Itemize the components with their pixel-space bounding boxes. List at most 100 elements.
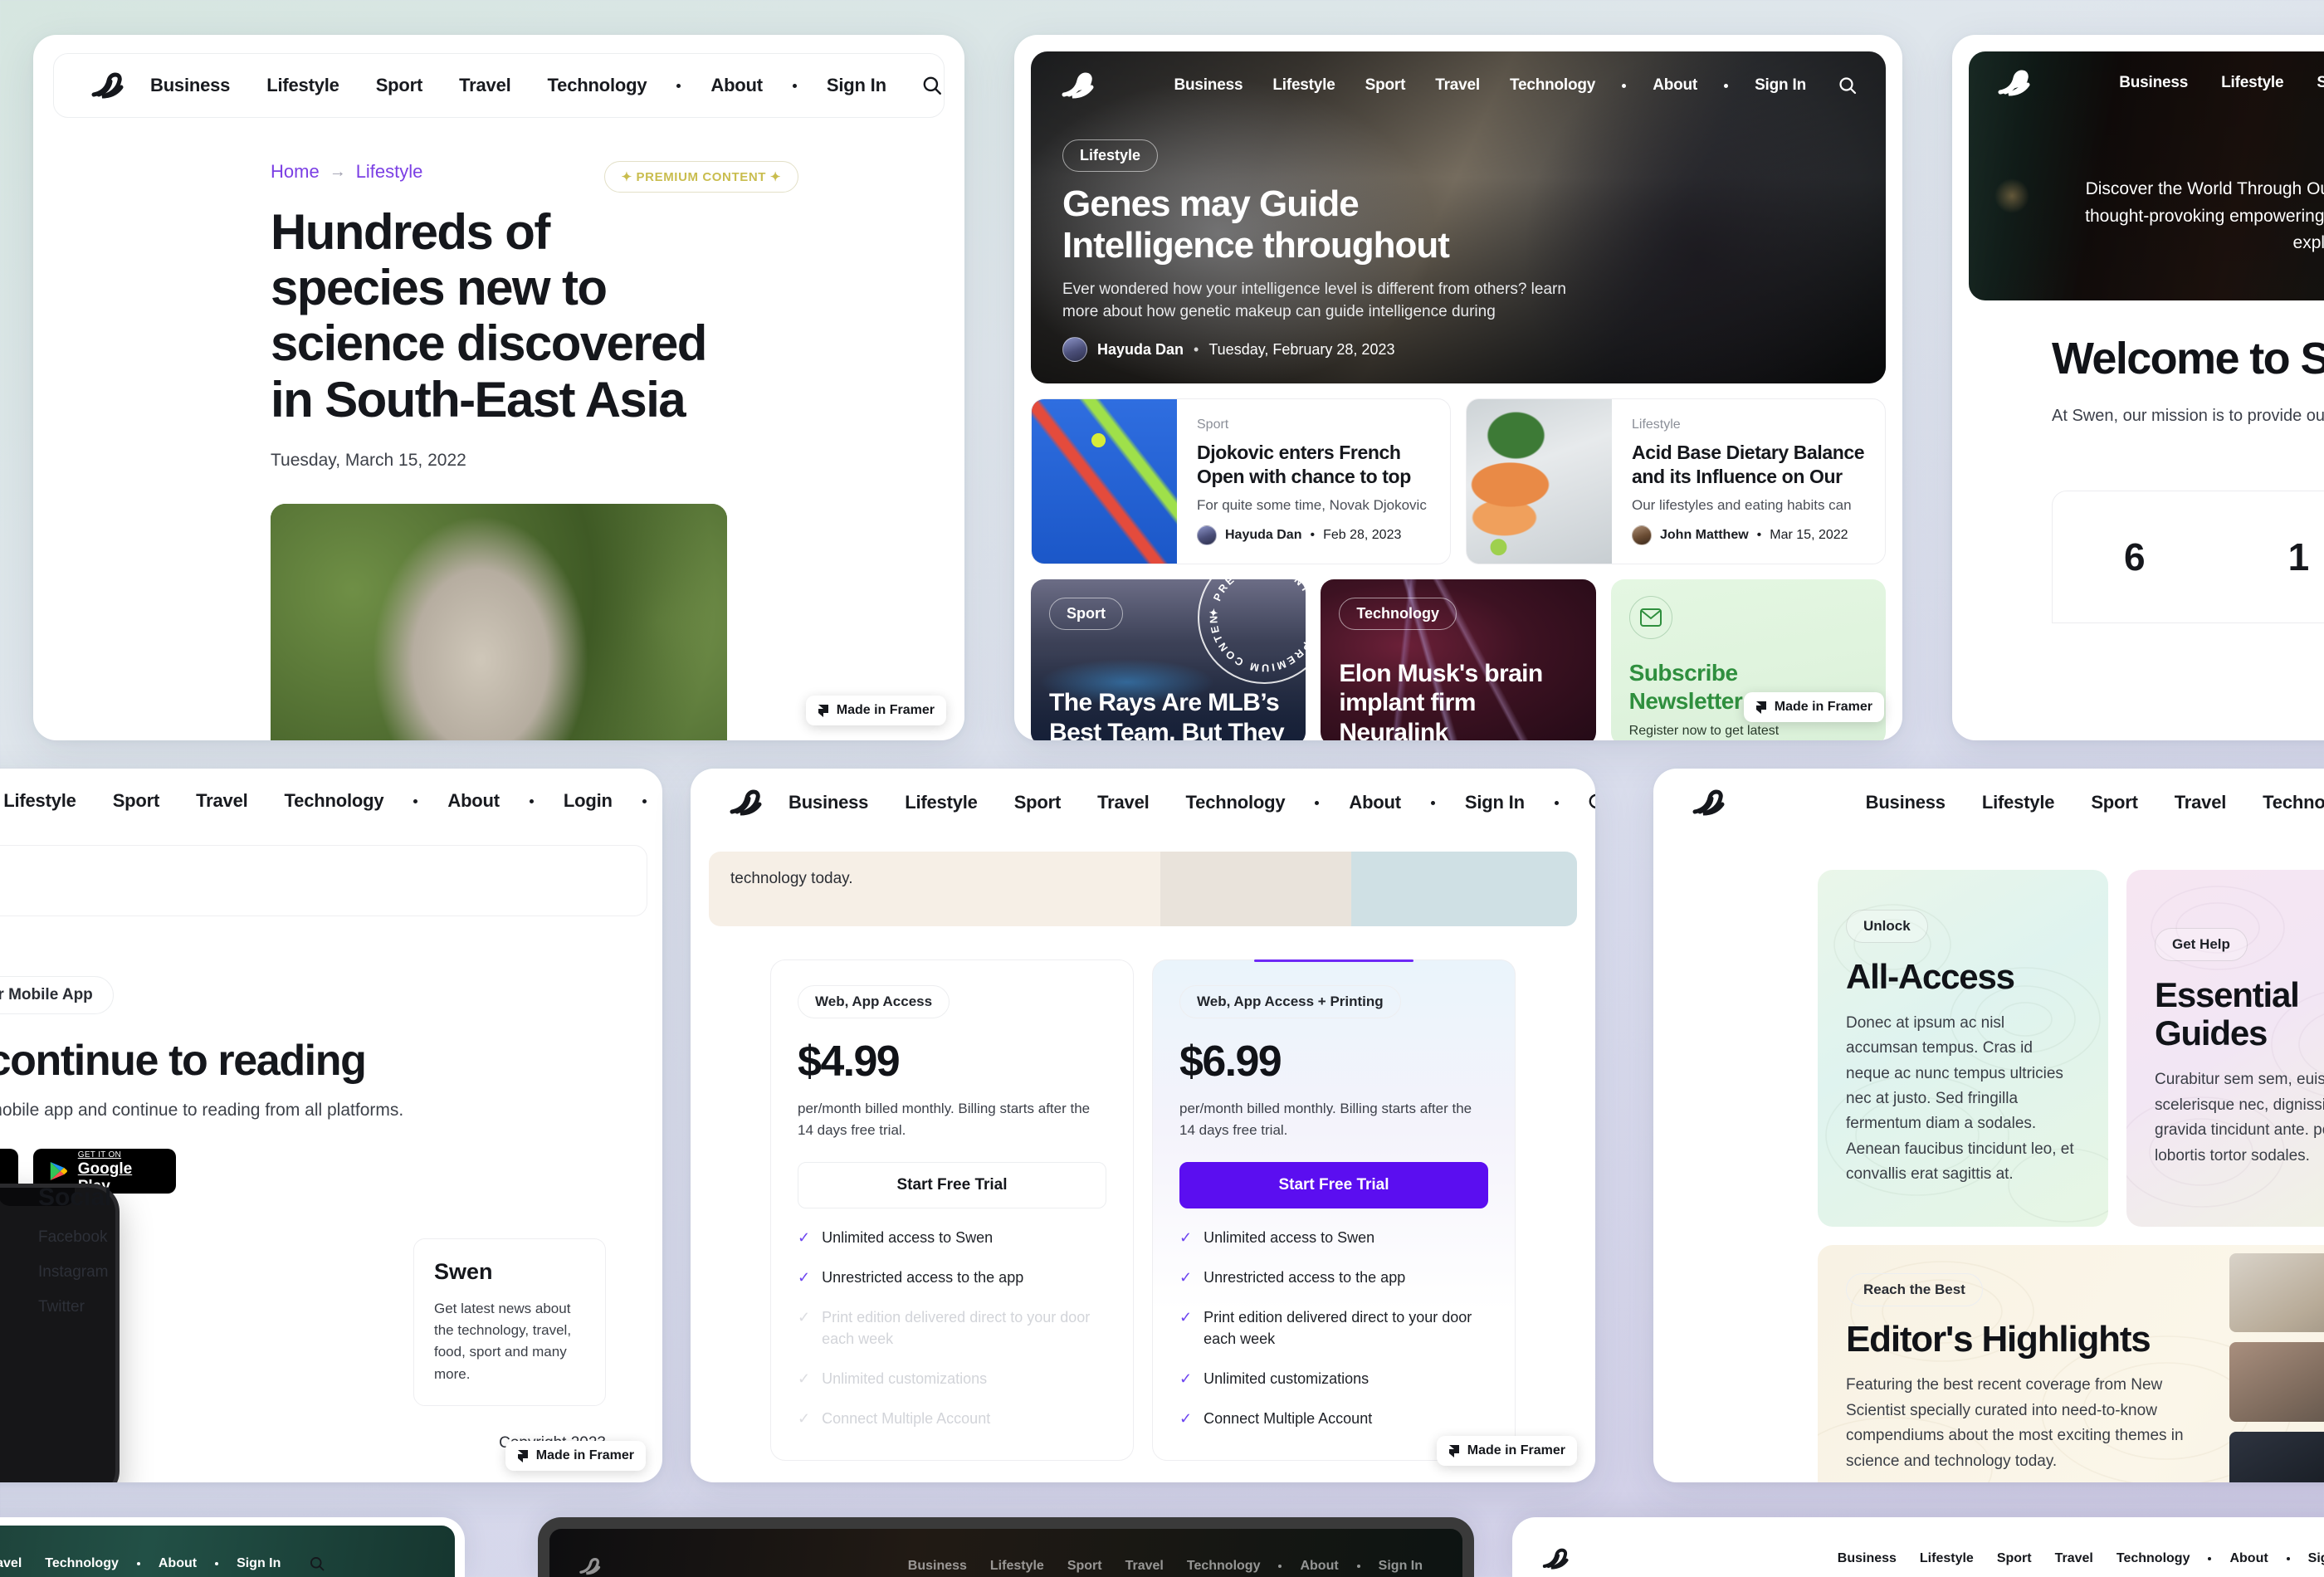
bottom-partial-card-1: Travel Technology About Sign In [0, 1517, 465, 1577]
nav-separator-dot [2208, 1557, 2211, 1560]
nav-item-travel[interactable]: Travel [178, 790, 266, 812]
nav-item-business[interactable]: Business [896, 1559, 979, 1574]
list-item[interactable]: Lifestyle Acid Base Dietary Balance and … [1466, 398, 1886, 564]
list-item[interactable]: Sport Djokovic enters French Open with c… [1031, 398, 1451, 564]
nav-item-about[interactable]: About [692, 75, 781, 96]
thumbnail-desk[interactable] [2229, 1253, 2324, 1332]
footer-link-facebook[interactable]: Facebook [38, 1228, 111, 1247]
nav-item-sign-in[interactable]: Sign In [1447, 792, 1543, 813]
nav-item-lifestyle[interactable]: Lifestyle [1908, 1551, 1985, 1566]
tile-category-tag[interactable]: Technology [1339, 598, 1457, 630]
made-in-framer-badge[interactable]: Made in Framer [806, 696, 946, 725]
nav-item-technology[interactable]: Technology [530, 75, 666, 96]
nav-item-technology[interactable]: Technology [2244, 792, 2324, 813]
swen-wave-logo[interactable] [727, 786, 770, 819]
search-icon[interactable] [1587, 792, 1595, 813]
footer-link-twitter[interactable]: Twitter [38, 1298, 111, 1316]
swen-wave-logo[interactable] [1995, 66, 2038, 100]
nav-item-business[interactable]: Business [770, 792, 886, 813]
made-in-framer-badge[interactable]: Made in Framer [1744, 692, 1884, 722]
nav-item-sport[interactable]: Sport [95, 790, 178, 812]
nav-item-travel[interactable]: Travel [1079, 792, 1167, 813]
download-app-pill[interactable]: Download Our Mobile App [0, 976, 114, 1014]
feature-tile-technology[interactable]: Technology Elon Musk's brain implant fir… [1321, 579, 1595, 740]
nav-item-travel[interactable]: Travel [1114, 1559, 1175, 1574]
category-card-essential-guides[interactable]: Get Help Essential Guides Curabitur sem … [2126, 870, 2324, 1227]
made-in-framer-badge[interactable]: Made in Framer [505, 1441, 646, 1471]
nav-item-business[interactable]: Business [1848, 792, 1964, 813]
article-date: Tuesday, March 15, 2022 [271, 451, 727, 471]
nav-item-travel[interactable]: Travel [0, 1556, 33, 1571]
nav-item-about[interactable]: About [147, 1556, 208, 1571]
nav-item-sport[interactable]: Sport [358, 75, 441, 96]
nav-item-lifestyle[interactable]: Lifestyle [2204, 74, 2300, 92]
swen-wave-logo[interactable] [578, 1555, 606, 1577]
search-icon[interactable] [1838, 76, 1858, 95]
nav-item-travel[interactable]: Travel [1420, 76, 1495, 95]
feature-label: Connect Multiple Account [1204, 1408, 1372, 1429]
nav-item-travel[interactable]: Travel [2043, 1551, 2105, 1566]
plan-feature: ✓Print edition delivered direct to your … [1179, 1306, 1488, 1350]
nav-item-business[interactable]: Business [2102, 74, 2204, 92]
search-icon[interactable] [309, 1555, 325, 1572]
nav-item-sport[interactable]: Sport [2300, 74, 2324, 92]
nav-item-sign-in[interactable]: Sign In [1740, 76, 1821, 95]
search-icon[interactable] [921, 75, 943, 96]
nav-item-about[interactable]: About [2218, 1551, 2279, 1566]
nav-item-business[interactable]: Business [132, 75, 248, 96]
google-play-icon [48, 1160, 68, 1183]
nav-item-lifestyle[interactable]: Lifestyle [886, 792, 995, 813]
nav-item-sport[interactable]: Sport [2073, 792, 2156, 813]
nav-item-technology[interactable]: Technology [1175, 1559, 1272, 1574]
swen-wave-logo[interactable] [1540, 1545, 1575, 1572]
nav-item-business[interactable]: Business [1826, 1551, 1908, 1566]
breadcrumb-home[interactable]: Home [271, 161, 320, 183]
nav-item-travel[interactable]: Travel [2156, 792, 2244, 813]
made-in-framer-badge[interactable]: Made in Framer [1437, 1436, 1577, 1466]
nav-item-sign-in[interactable]: Sign In [225, 1556, 292, 1571]
nav-item-sign-in[interactable]: Sign In [1367, 1559, 1434, 1574]
nav-item-technology[interactable]: Technology [266, 790, 403, 812]
nav-item-lifestyle[interactable]: Lifestyle [1964, 792, 2073, 813]
nav-item-sport[interactable]: Sport [1056, 1559, 1114, 1574]
breadcrumb-current[interactable]: Lifestyle [356, 161, 423, 183]
nav-item-lifestyle[interactable]: Lifestyle [248, 75, 357, 96]
nav-item-sport[interactable]: Sport [996, 792, 1079, 813]
footer-link-instagram[interactable]: Instagram [38, 1263, 111, 1282]
framer-label: Made in Framer [1775, 700, 1872, 715]
nav-item-login[interactable]: Login [545, 790, 631, 812]
nav-item-about[interactable]: About [1638, 76, 1712, 95]
nav-item-about[interactable]: About [1330, 792, 1419, 813]
feature-tile-sport[interactable]: Sport ✦ PREMIUM CONTENT ✦ PREMIUM CONTEN… [1031, 579, 1306, 740]
nav-item-about[interactable]: About [1288, 1559, 1350, 1574]
plan-billing-note: per/month billed monthly. Billing starts… [798, 1098, 1106, 1140]
thumbnail-screen[interactable] [2229, 1432, 2324, 1482]
tile-category-tag[interactable]: Sport [1049, 598, 1123, 630]
nav-item-sport[interactable]: Sport [1350, 76, 1421, 95]
nav-separator-dot [1622, 84, 1626, 88]
nav-item-lifestyle[interactable]: Lifestyle [0, 790, 95, 812]
nav-item-sign-in[interactable]: Sign In [2297, 1551, 2324, 1566]
start-free-trial-button[interactable]: Start Free Trial [1179, 1162, 1488, 1208]
swen-wave-logo[interactable] [1690, 786, 1733, 819]
start-free-trial-button[interactable]: Start Free Trial [798, 1162, 1106, 1208]
editors-thumbnails [2221, 1245, 2324, 1482]
hero-category-tag[interactable]: Lifestyle [1062, 139, 1158, 172]
editors-highlights-section[interactable]: Reach the Best Editor's Highlights Featu… [1818, 1245, 2324, 1482]
nav-item-lifestyle[interactable]: Lifestyle [979, 1559, 1056, 1574]
category-card-all-access[interactable]: Unlock All-Access Donec at ipsum ac nisl… [1818, 870, 2108, 1227]
swen-wave-logo[interactable] [1059, 69, 1102, 102]
nav-item-technology[interactable]: Technology [2105, 1551, 2202, 1566]
nav-item-technology[interactable]: Technology [1168, 792, 1304, 813]
nav-item-technology[interactable]: Technology [1495, 76, 1610, 95]
hero-feature[interactable]: Business Lifestyle Sport Travel Technolo… [1031, 51, 1886, 383]
nav-item-sign-in[interactable]: Sign In [808, 75, 905, 96]
nav-item-technology[interactable]: Technology [33, 1556, 130, 1571]
nav-item-about[interactable]: About [429, 790, 518, 812]
nav-item-travel[interactable]: Travel [441, 75, 529, 96]
swen-wave-logo[interactable] [89, 69, 132, 102]
nav-item-lifestyle[interactable]: Lifestyle [1257, 76, 1350, 95]
nav-item-business[interactable]: Business [1159, 76, 1257, 95]
thumbnail-street[interactable] [2229, 1342, 2324, 1421]
nav-item-sport[interactable]: Sport [1985, 1551, 2043, 1566]
